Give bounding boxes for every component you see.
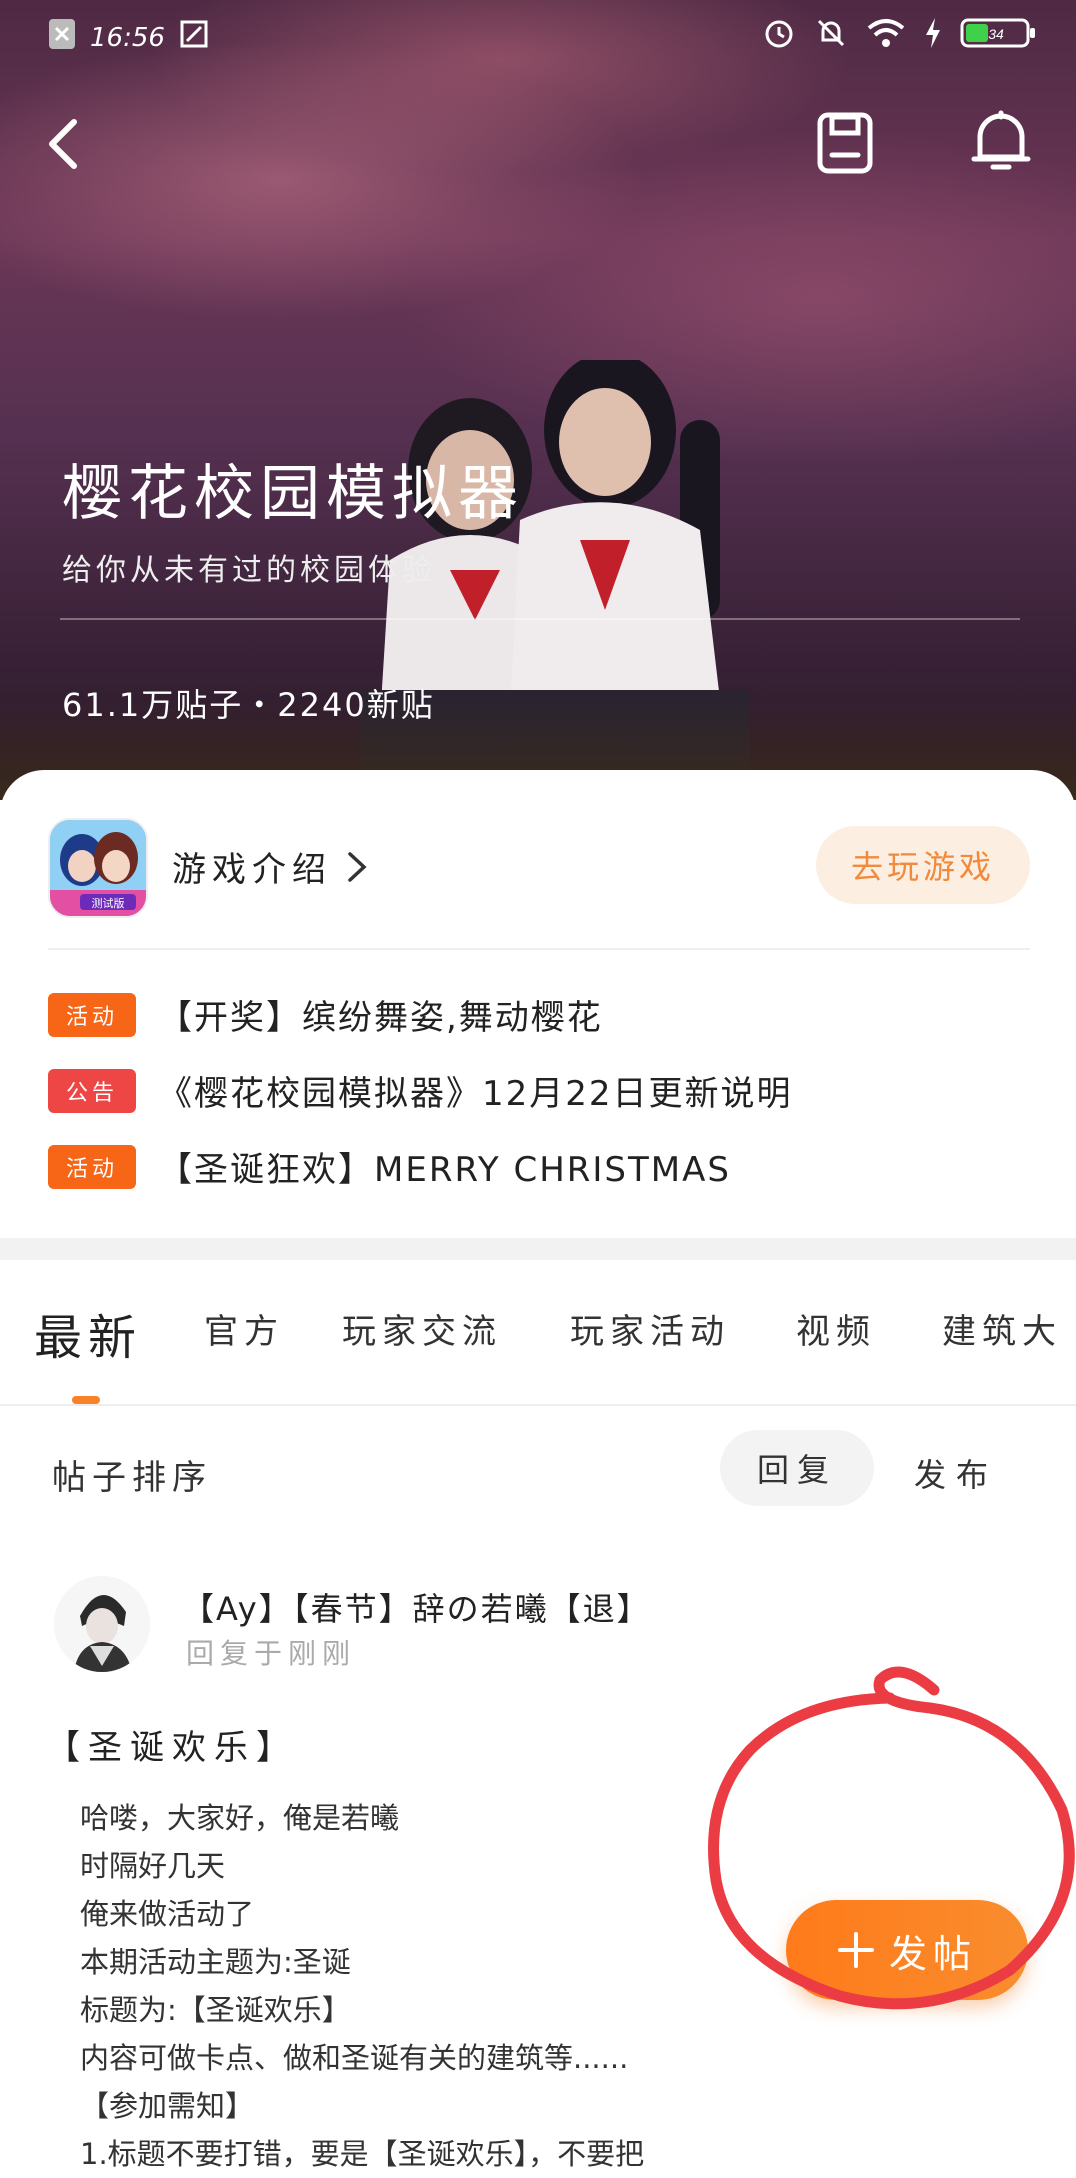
section-separator [0, 1238, 1076, 1260]
sort-label: 帖子排序 [52, 1458, 212, 1498]
annotation-circle-mark [708, 1666, 1075, 2010]
notice-item[interactable]: 活动 【圣诞狂欢】MERRY CHRISTMAS [48, 1142, 731, 1191]
back-button[interactable] [36, 112, 92, 176]
notification-icon [48, 18, 76, 57]
game-intro-label: 游戏介绍 [172, 850, 332, 890]
bell-icon [971, 110, 1031, 170]
forum-stats: 61.1万贴子・2240新贴 [62, 686, 435, 724]
game-app-icon[interactable]: 测试版 [48, 818, 148, 918]
post-body[interactable]: 哈喽，大家好，俺是若曦 时隔好几天 俺来做活动了 本期活动主题为:圣诞 标题为:… [80, 1794, 644, 2178]
save-icon [817, 112, 873, 174]
battery-icon: 34 [960, 17, 1036, 56]
notice-tag: 活动 [48, 1144, 136, 1189]
post-line: 1.标题不要打错，要是【圣诞欢乐】，不要把 [80, 2137, 645, 2171]
user-avatar-image [54, 1576, 150, 1672]
category-tabs: 最新 官方 玩家交流 玩家活动 视频 建筑大 [0, 1260, 1076, 1406]
card-divider [48, 948, 1030, 950]
svg-text:测试版: 测试版 [92, 896, 125, 910]
post-line: 内容可做卡点、做和圣诞有关的建筑等...... [80, 2041, 629, 2075]
notice-item[interactable]: 活动 【开奖】缤纷舞姿,舞动樱花 [48, 990, 603, 1039]
post-line: 标题为:【圣诞欢乐】 [80, 1993, 351, 2027]
status-bar: 16:56 34 [0, 0, 1076, 72]
post-author[interactable]: 【Ay】【春节】辞の若曦【退】 [182, 1584, 651, 1630]
sort-by-reply-button[interactable]: 回复 [720, 1430, 874, 1506]
tab-player-exchange[interactable]: 玩家交流 [342, 1304, 502, 1353]
mute-bell-icon [814, 16, 848, 57]
post-line: 【参加需知】 [80, 2089, 255, 2123]
play-game-button[interactable]: 去玩游戏 [816, 826, 1030, 904]
post-line: 哈喽，大家好，俺是若曦 [80, 1801, 400, 1835]
post-reply-time: 回复于刚刚 [186, 1637, 357, 1670]
tab-latest[interactable]: 最新 [34, 1298, 142, 1368]
notice-tag: 公告 [48, 1068, 136, 1113]
game-intro-link[interactable]: 游戏介绍 [172, 842, 368, 891]
active-tab-indicator [72, 1396, 100, 1404]
charging-icon [924, 17, 942, 56]
notice-text: 《樱花校园模拟器》12月22日更新说明 [158, 1074, 793, 1114]
post-line: 俺来做活动了 [80, 1897, 255, 1931]
back-arrow-icon [49, 119, 77, 169]
alarm-icon [762, 16, 796, 57]
sort-by-publish-button[interactable]: 发布 [914, 1450, 998, 1496]
tab-official[interactable]: 官方 [204, 1304, 284, 1353]
post-line: 本期活动主题为:圣诞 [80, 1945, 351, 1979]
game-logo-icon: 测试版 [50, 820, 146, 916]
hero-banner: 16:56 34 樱花校园模拟器 给你从未有过的校园体验 61.1万贴子・224… [0, 0, 1076, 800]
chevron-right-icon [348, 851, 367, 882]
notice-tag: 活动 [48, 992, 136, 1037]
forum-subtitle: 给你从未有过的校园体验 [62, 553, 436, 588]
avatar[interactable] [54, 1576, 150, 1672]
notice-item[interactable]: 公告 《樱花校园模拟器》12月22日更新说明 [48, 1066, 793, 1115]
save-button[interactable] [812, 108, 878, 178]
notice-text: 【开奖】缤纷舞姿,舞动樱花 [158, 998, 603, 1038]
svg-text:34: 34 [988, 26, 1004, 42]
tabs-divider [0, 1404, 1076, 1406]
tab-player-events[interactable]: 玩家活动 [570, 1304, 730, 1353]
tab-video[interactable]: 视频 [796, 1304, 876, 1353]
notification-bell-button[interactable] [966, 106, 1036, 178]
status-time: 16:56 [90, 22, 165, 53]
wifi-icon [866, 17, 906, 56]
forum-title: 樱花校园模拟器 [62, 459, 524, 529]
tab-building[interactable]: 建筑大 [942, 1304, 1062, 1353]
screenshot-icon [179, 19, 209, 56]
post-title[interactable]: 【圣诞欢乐】 [46, 1720, 298, 1769]
hero-divider [60, 618, 1020, 620]
notice-text: 【圣诞狂欢】MERRY CHRISTMAS [158, 1150, 731, 1190]
post-line: 时隔好几天 [80, 1849, 226, 1883]
